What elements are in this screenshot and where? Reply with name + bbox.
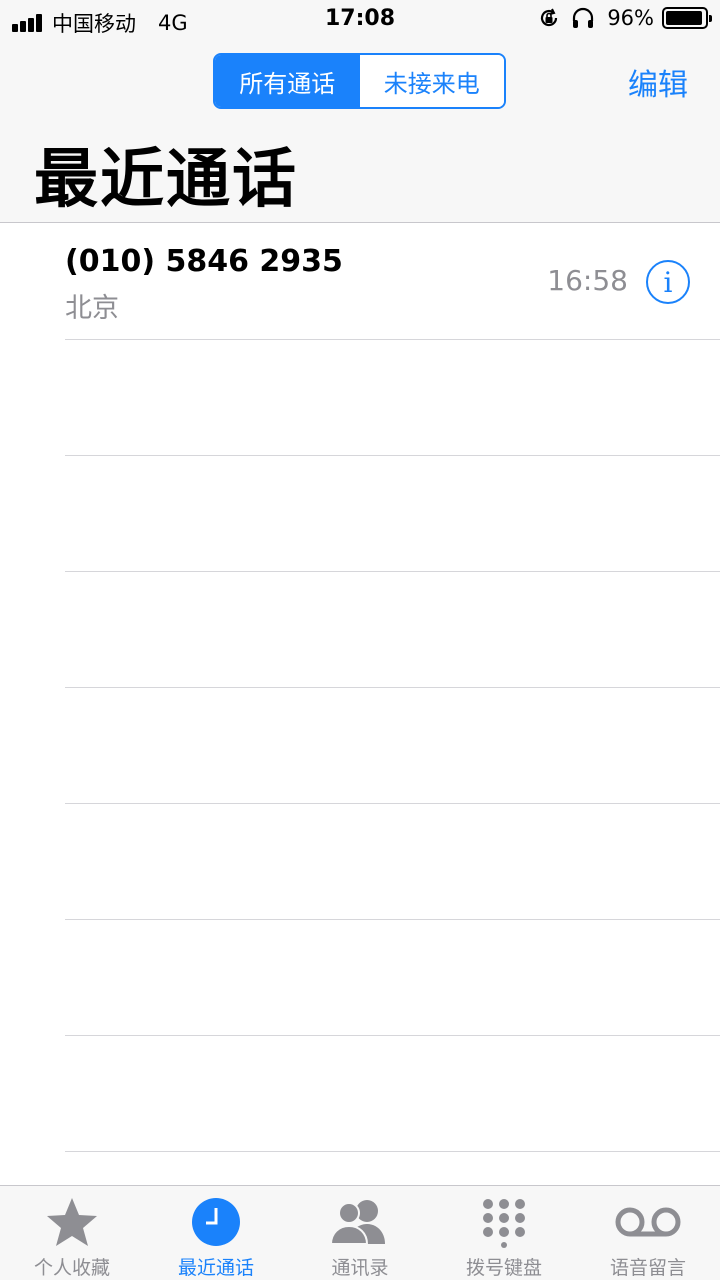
voicemail-icon bbox=[612, 1196, 684, 1248]
status-bar: 中国移动 4G 17:08 96% bbox=[0, 0, 720, 40]
tab-voicemail[interactable]: 语音留言 bbox=[576, 1186, 720, 1280]
empty-row bbox=[0, 688, 720, 804]
call-time: 16:58 bbox=[547, 264, 628, 297]
tab-bar: 个人收藏 最近通话 通讯录 拨号键盘 语音留言 bbox=[0, 1185, 720, 1280]
call-location: 北京 bbox=[65, 293, 119, 324]
row-divider bbox=[65, 1151, 720, 1152]
page-title: 最近通话 bbox=[34, 143, 298, 217]
recent-calls-list: (010) 5846 2935 北京 16:58 i bbox=[0, 224, 720, 1184]
empty-row bbox=[0, 1036, 720, 1152]
segment-all-calls[interactable]: 所有通话 bbox=[215, 55, 360, 107]
edit-button[interactable]: 编辑 bbox=[628, 60, 688, 104]
empty-row bbox=[0, 804, 720, 920]
tab-label: 最近通话 bbox=[177, 1257, 254, 1279]
empty-row bbox=[0, 456, 720, 572]
star-icon bbox=[36, 1196, 108, 1248]
clock-icon bbox=[180, 1196, 252, 1248]
status-right: 96% bbox=[527, 6, 712, 30]
tab-favorites[interactable]: 个人收藏 bbox=[0, 1186, 144, 1280]
battery-percent: 96% bbox=[607, 6, 654, 30]
rotation-lock-icon bbox=[541, 8, 558, 27]
empty-row bbox=[0, 920, 720, 1036]
tab-label: 拨号键盘 bbox=[465, 1257, 542, 1279]
tab-label: 通讯录 bbox=[331, 1257, 389, 1279]
call-row[interactable]: (010) 5846 2935 北京 16:58 i bbox=[0, 224, 720, 340]
empty-row bbox=[0, 340, 720, 456]
tab-contacts[interactable]: 通讯录 bbox=[288, 1186, 432, 1280]
tab-recents[interactable]: 最近通话 bbox=[144, 1186, 288, 1280]
battery-icon bbox=[662, 7, 712, 29]
tab-label: 语音留言 bbox=[609, 1257, 686, 1279]
segment-missed-calls[interactable]: 未接来电 bbox=[359, 55, 504, 107]
header: 所有通话 未接来电 编辑 最近通话 bbox=[0, 40, 720, 223]
contacts-icon bbox=[324, 1196, 396, 1248]
call-number: (010) 5846 2935 bbox=[65, 244, 343, 279]
tab-label: 个人收藏 bbox=[33, 1257, 110, 1279]
battery-fill bbox=[666, 11, 703, 25]
keypad-icon bbox=[468, 1196, 540, 1248]
empty-row bbox=[0, 572, 720, 688]
headphones-icon bbox=[573, 7, 594, 28]
info-icon[interactable]: i bbox=[646, 260, 690, 304]
call-filter-segmented-control[interactable]: 所有通话 未接来电 bbox=[213, 53, 506, 109]
tab-keypad[interactable]: 拨号键盘 bbox=[432, 1186, 576, 1280]
